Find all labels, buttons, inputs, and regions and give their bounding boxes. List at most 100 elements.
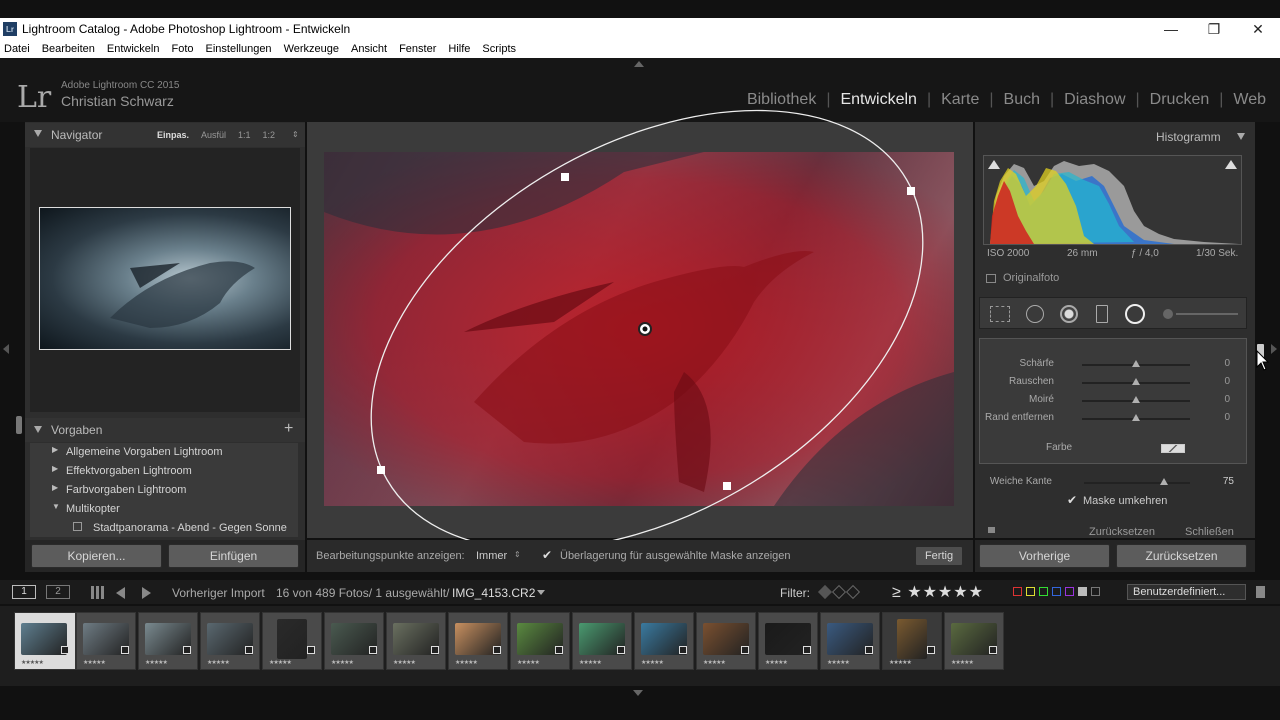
slider-schärfe[interactable]: Schärfe 0 xyxy=(980,357,1240,373)
reset-button[interactable]: Zurücksetzen xyxy=(1116,544,1247,568)
close-mask-button[interactable]: Schließen xyxy=(1185,526,1234,538)
slider-moir-[interactable]: Moiré 0 xyxy=(980,393,1240,409)
shadow-clipping-icon[interactable] xyxy=(988,160,1000,169)
slider-rauschen[interactable]: Rauschen 0 xyxy=(980,375,1240,391)
select-arrows-icon[interactable]: ⇕ xyxy=(514,550,521,559)
filter-lock-icon[interactable] xyxy=(1256,586,1265,598)
dropdown-arrow-icon[interactable] xyxy=(537,590,545,595)
feather-slider[interactable]: Weiche Kante 75 xyxy=(980,475,1240,491)
filmstrip-thumbnail[interactable]: ★★★★★ xyxy=(882,612,942,670)
menu-ansicht[interactable]: Ansicht xyxy=(351,43,387,55)
bottom-panel-toggle-icon[interactable] xyxy=(633,690,643,696)
rating-filter[interactable]: ≥ ★★★★★ xyxy=(892,582,984,602)
invert-mask-checkbox[interactable]: ✔ xyxy=(1067,493,1077,507)
module-web[interactable]: Web xyxy=(1233,91,1266,109)
module-drucken[interactable]: Drucken xyxy=(1150,91,1210,109)
filmstrip-thumbnail[interactable]: ★★★★★ xyxy=(200,612,260,670)
module-buch[interactable]: Buch xyxy=(1004,91,1040,109)
overlay-checkbox[interactable]: ✔ xyxy=(542,548,552,562)
filmstrip-thumbnail[interactable]: ★★★★★ xyxy=(510,612,570,670)
minimize-button[interactable]: — xyxy=(1149,18,1193,40)
color-label-filters[interactable] xyxy=(1013,587,1100,596)
flag-filters[interactable] xyxy=(817,584,874,600)
graduated-filter-icon[interactable] xyxy=(1096,305,1108,323)
previous-button[interactable]: Vorherige xyxy=(979,544,1110,568)
slider-thumb[interactable] xyxy=(1159,478,1168,485)
filter-handle[interactable] xyxy=(561,173,569,181)
filmstrip-thumbnail[interactable]: ★★★★★ xyxy=(572,612,632,670)
filter-handle[interactable] xyxy=(907,187,915,195)
preset-folder[interactable]: ▶ Farbvorgaben Lightroom xyxy=(30,481,298,500)
done-button[interactable]: Fertig xyxy=(915,546,963,566)
filmstrip-thumbnail[interactable]: ★★★★★ xyxy=(634,612,694,670)
expand-arrow-icon[interactable]: ▶ xyxy=(52,483,58,492)
top-panel-toggle-icon[interactable] xyxy=(634,61,644,67)
left-panel-toggle-icon[interactable] xyxy=(3,344,9,354)
preset-item[interactable]: Stadtpanorama - Abend - Gegen Sonne xyxy=(30,519,298,537)
menu-werkzeuge[interactable]: Werkzeuge xyxy=(284,43,339,55)
radial-filter-icon[interactable] xyxy=(1125,304,1145,324)
color-swatch[interactable] xyxy=(1161,444,1185,453)
menu-fenster[interactable]: Fenster xyxy=(399,43,436,55)
zoom-1-1[interactable]: 1:1 xyxy=(238,130,251,140)
screen-2-button[interactable]: 2 xyxy=(46,585,70,599)
preset-folder[interactable]: ▼ Multikopter xyxy=(30,500,298,519)
menu-hilfe[interactable]: Hilfe xyxy=(448,43,470,55)
right-panel-toggle-icon[interactable] xyxy=(1271,344,1277,354)
paste-settings-button[interactable]: Einfügen xyxy=(168,544,299,568)
zoom-stepper-icon[interactable]: ⇕ xyxy=(292,130,299,139)
expand-arrow-icon[interactable]: ▶ xyxy=(52,445,58,454)
original-photo-checkbox[interactable] xyxy=(986,274,996,283)
menu-entwickeln[interactable]: Entwickeln xyxy=(107,43,160,55)
highlight-clipping-icon[interactable] xyxy=(1225,160,1237,169)
spot-removal-icon[interactable] xyxy=(1026,305,1044,323)
expand-arrow-icon[interactable]: ▶ xyxy=(52,464,58,473)
menu-foto[interactable]: Foto xyxy=(171,43,193,55)
filmstrip-thumbnail[interactable]: ★★★★★ xyxy=(758,612,818,670)
close-button[interactable]: ✕ xyxy=(1236,18,1280,40)
toggle-icon[interactable] xyxy=(988,527,995,533)
slider-thumb[interactable] xyxy=(1132,396,1140,403)
add-preset-icon[interactable]: + xyxy=(284,420,293,438)
menu-datei[interactable]: Datei xyxy=(4,43,30,55)
screen-1-button[interactable]: 1 xyxy=(12,585,36,599)
forward-arrow-icon[interactable] xyxy=(142,587,151,599)
slider-rand-entfernen[interactable]: Rand entfernen 0 xyxy=(980,411,1240,427)
filter-handle[interactable] xyxy=(723,482,731,490)
brush-size-track[interactable] xyxy=(1176,313,1238,315)
reset-mask-button[interactable]: Zurücksetzen xyxy=(1089,526,1155,538)
filmstrip-thumbnail[interactable]: ★★★★★ xyxy=(386,612,446,670)
menu-bearbeiten[interactable]: Bearbeiten xyxy=(42,43,95,55)
histogram[interactable] xyxy=(983,155,1242,245)
navigator-thumbnail[interactable] xyxy=(39,207,291,350)
copy-settings-button[interactable]: Kopieren... xyxy=(31,544,162,568)
slider-thumb[interactable] xyxy=(1132,414,1140,421)
menu-scripts[interactable]: Scripts xyxy=(482,43,516,55)
filmstrip-thumbnail[interactable]: ★★★★★ xyxy=(14,612,76,670)
collapse-arrow-icon[interactable] xyxy=(34,130,42,137)
slider-thumb[interactable] xyxy=(1132,360,1140,367)
source-label[interactable]: Vorheriger Import xyxy=(172,586,265,600)
filter-preset-select[interactable]: Benutzerdefiniert... xyxy=(1127,584,1246,600)
filename[interactable]: IMG_4153.CR2 xyxy=(452,586,535,600)
filmstrip-thumbnail[interactable]: ★★★★★ xyxy=(324,612,384,670)
zoom-fill[interactable]: Ausfül xyxy=(201,130,226,140)
filmstrip-thumbnail[interactable]: ★★★★★ xyxy=(262,612,322,670)
filmstrip-thumbnail[interactable]: ★★★★★ xyxy=(138,612,198,670)
zoom-fit[interactable]: Einpas. xyxy=(157,130,189,140)
back-arrow-icon[interactable] xyxy=(116,587,125,599)
zoom-1-2[interactable]: 1:2 xyxy=(263,130,276,140)
restore-button[interactable]: ❐ xyxy=(1192,18,1236,40)
grid-view-icon[interactable] xyxy=(91,586,104,599)
filmstrip-thumbnail[interactable]: ★★★★★ xyxy=(696,612,756,670)
module-diashow[interactable]: Diashow xyxy=(1064,91,1125,109)
filmstrip-thumbnail[interactable]: ★★★★★ xyxy=(448,612,508,670)
radial-filter-overlay[interactable] xyxy=(307,100,973,540)
preset-folder[interactable]: ▶ Effektvorgaben Lightroom xyxy=(30,462,298,481)
filmstrip-thumbnail[interactable]: ★★★★★ xyxy=(944,612,1004,670)
filmstrip-thumbnail[interactable]: ★★★★★ xyxy=(76,612,136,670)
collapse-arrow-icon[interactable] xyxy=(34,426,42,433)
crop-tool-icon[interactable] xyxy=(990,306,1010,322)
red-eye-icon[interactable] xyxy=(1060,305,1078,323)
collapse-arrow-icon[interactable] xyxy=(1237,133,1245,140)
